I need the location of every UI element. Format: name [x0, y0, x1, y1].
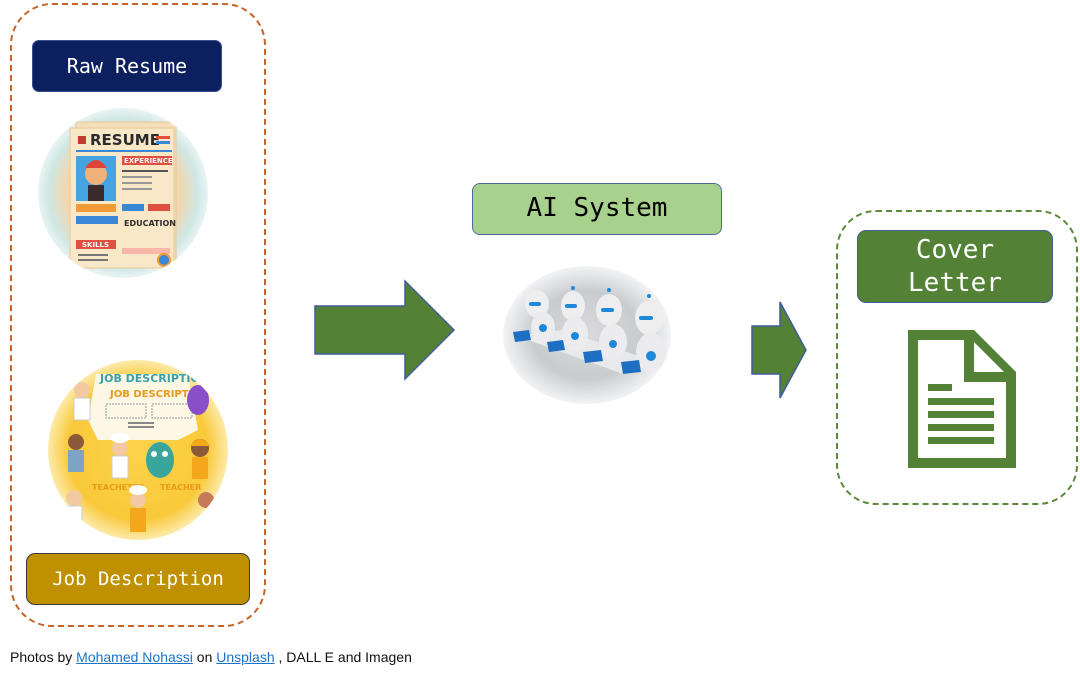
credits-middle: on [192, 649, 217, 665]
ai-system-label: AI System [472, 183, 722, 235]
arrow-inputs-to-ai [314, 279, 456, 381]
resume-image: RESUME EXPERIENCE EDUCATION SKILLS [38, 108, 208, 278]
svg-text:TEACHER: TEACHER [160, 483, 201, 492]
arrow-right-icon [751, 301, 807, 399]
raw-resume-label: Raw Resume [32, 40, 222, 92]
cover-letter-label: Cover Letter [857, 230, 1053, 303]
unsplash-link[interactable]: Unsplash [216, 649, 274, 665]
credits-prefix: Photos by [10, 649, 77, 665]
arrow-ai-to-output [751, 301, 807, 399]
job-description-illustration: JOB DESCRIPTION JOB DESCRIPTION TEACHETE… [65, 372, 214, 532]
document-icon [908, 330, 1016, 468]
job-description-label: Job Description [26, 553, 250, 605]
robots-illustration [513, 286, 667, 374]
svg-text:EXPERIENCE: EXPERIENCE [124, 157, 173, 165]
svg-text:SKILLS: SKILLS [82, 241, 109, 249]
svg-text:EDUCATION: EDUCATION [124, 219, 176, 228]
author-link[interactable]: Mohamed Nohassi [76, 649, 193, 665]
credits-suffix: , DALL E and Imagen [274, 649, 412, 665]
resume-illustration: RESUME EXPERIENCE EDUCATION SKILLS [69, 121, 177, 269]
photo-credits: Photos by Mohamed Nohassi on Unsplash , … [10, 649, 412, 665]
resume-heading: RESUME [90, 131, 160, 149]
job-description-image: JOB DESCRIPTION JOB DESCRIPTION TEACHETE… [48, 360, 228, 540]
ai-robots-image [503, 266, 671, 404]
arrow-right-icon [314, 279, 456, 381]
